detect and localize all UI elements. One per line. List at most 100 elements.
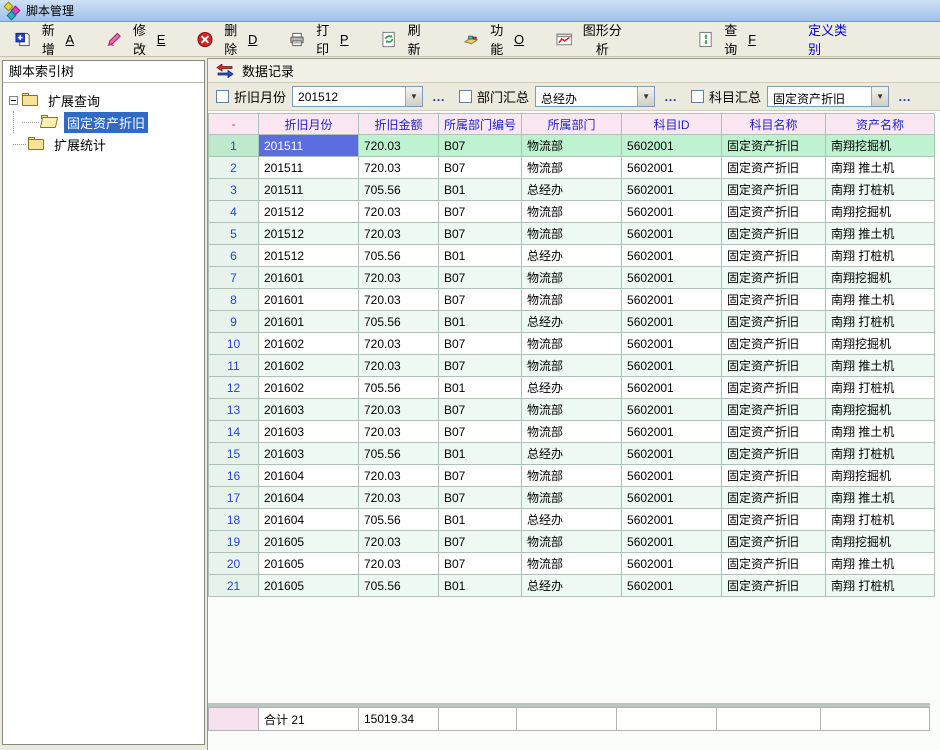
- depreciation-month-more-button[interactable]: …: [429, 89, 449, 104]
- table-cell[interactable]: 720.03: [359, 553, 439, 575]
- row-number[interactable]: 17: [209, 487, 259, 509]
- row-number[interactable]: 2: [209, 157, 259, 179]
- table-cell[interactable]: 南翔挖掘机: [826, 135, 935, 157]
- department-summary-more-button[interactable]: …: [661, 89, 681, 104]
- table-cell[interactable]: 固定资产折旧: [722, 487, 826, 509]
- table-cell[interactable]: 201603: [259, 443, 359, 465]
- table-cell[interactable]: 5602001: [622, 245, 722, 267]
- table-cell[interactable]: 705.56: [359, 377, 439, 399]
- table-cell[interactable]: 总经办: [522, 575, 622, 597]
- table-cell[interactable]: 720.03: [359, 223, 439, 245]
- column-header-month[interactable]: 折旧月份: [259, 114, 359, 135]
- table-cell[interactable]: 南翔挖掘机: [826, 201, 935, 223]
- table-cell[interactable]: 705.56: [359, 245, 439, 267]
- table-cell[interactable]: 总经办: [522, 377, 622, 399]
- table-cell[interactable]: 总经办: [522, 311, 622, 333]
- table-cell[interactable]: 物流部: [522, 289, 622, 311]
- table-cell[interactable]: 705.56: [359, 575, 439, 597]
- table-cell[interactable]: 201601: [259, 311, 359, 333]
- table-cell[interactable]: 201511: [259, 179, 359, 201]
- row-number[interactable]: 4: [209, 201, 259, 223]
- column-header-index[interactable]: -: [209, 114, 259, 135]
- column-header-asset-name[interactable]: 资产名称: [826, 114, 935, 135]
- table-cell[interactable]: 5602001: [622, 179, 722, 201]
- table-cell[interactable]: B07: [439, 531, 522, 553]
- row-number[interactable]: 9: [209, 311, 259, 333]
- table-cell[interactable]: 固定资产折旧: [722, 179, 826, 201]
- table-cell[interactable]: 固定资产折旧: [722, 333, 826, 355]
- chevron-down-icon[interactable]: ▼: [871, 87, 888, 106]
- table-cell[interactable]: 720.03: [359, 333, 439, 355]
- department-summary-checkbox[interactable]: [459, 90, 472, 103]
- function-button[interactable]: 功能O: [454, 16, 533, 62]
- table-cell[interactable]: B07: [439, 267, 522, 289]
- table-cell[interactable]: 5602001: [622, 553, 722, 575]
- depreciation-month-checkbox[interactable]: [216, 90, 229, 103]
- delete-button[interactable]: 删除D: [188, 16, 266, 62]
- query-button[interactable]: 查询F: [689, 16, 766, 62]
- table-cell[interactable]: B07: [439, 201, 522, 223]
- table-cell[interactable]: 201512: [259, 245, 359, 267]
- table-cell[interactable]: 南翔 推土机: [826, 157, 935, 179]
- table-cell[interactable]: 固定资产折旧: [722, 355, 826, 377]
- table-cell[interactable]: 固定资产折旧: [722, 157, 826, 179]
- table-cell[interactable]: B07: [439, 223, 522, 245]
- column-header-dept-code[interactable]: 所属部门编号: [439, 114, 522, 135]
- table-cell[interactable]: B07: [439, 487, 522, 509]
- collapse-icon[interactable]: [9, 96, 18, 105]
- table-cell[interactable]: 201605: [259, 575, 359, 597]
- row-number[interactable]: 21: [209, 575, 259, 597]
- table-cell[interactable]: 720.03: [359, 157, 439, 179]
- table-cell[interactable]: 201601: [259, 267, 359, 289]
- chevron-down-icon[interactable]: ▼: [405, 87, 422, 106]
- table-cell[interactable]: 总经办: [522, 443, 622, 465]
- subject-summary-more-button[interactable]: …: [895, 89, 915, 104]
- table-cell[interactable]: 5602001: [622, 201, 722, 223]
- table-cell[interactable]: 固定资产折旧: [722, 377, 826, 399]
- refresh-button[interactable]: 刷新: [372, 16, 441, 62]
- tree-item-label[interactable]: 扩展统计: [51, 134, 109, 155]
- column-header-amount[interactable]: 折旧金额: [359, 114, 439, 135]
- table-cell[interactable]: 5602001: [622, 443, 722, 465]
- table-cell[interactable]: 5602001: [622, 531, 722, 553]
- table-cell[interactable]: 5602001: [622, 377, 722, 399]
- row-number[interactable]: 6: [209, 245, 259, 267]
- table-cell[interactable]: 南翔挖掘机: [826, 267, 935, 289]
- table-cell[interactable]: 物流部: [522, 157, 622, 179]
- tree-item-fixed-asset-depreciation[interactable]: 固定资产折旧: [5, 111, 202, 133]
- table-cell[interactable]: 固定资产折旧: [722, 135, 826, 157]
- table-cell[interactable]: 705.56: [359, 311, 439, 333]
- table-cell[interactable]: 201603: [259, 421, 359, 443]
- table-cell[interactable]: 物流部: [522, 201, 622, 223]
- table-cell[interactable]: 固定资产折旧: [722, 443, 826, 465]
- table-cell[interactable]: 固定资产折旧: [722, 289, 826, 311]
- table-cell[interactable]: 705.56: [359, 509, 439, 531]
- table-cell[interactable]: 南翔 打桩机: [826, 509, 935, 531]
- table-cell[interactable]: 物流部: [522, 135, 622, 157]
- table-cell[interactable]: 南翔挖掘机: [826, 531, 935, 553]
- column-header-dept[interactable]: 所属部门: [522, 114, 622, 135]
- row-number[interactable]: 5: [209, 223, 259, 245]
- table-cell[interactable]: 物流部: [522, 553, 622, 575]
- table-cell[interactable]: 5602001: [622, 157, 722, 179]
- table-cell[interactable]: 201512: [259, 223, 359, 245]
- table-cell[interactable]: 720.03: [359, 421, 439, 443]
- table-cell[interactable]: 固定资产折旧: [722, 311, 826, 333]
- table-cell[interactable]: 5602001: [622, 487, 722, 509]
- table-cell[interactable]: B01: [439, 509, 522, 531]
- table-cell[interactable]: 物流部: [522, 223, 622, 245]
- table-cell[interactable]: B01: [439, 311, 522, 333]
- table-cell[interactable]: 201601: [259, 289, 359, 311]
- table-cell[interactable]: 南翔 打桩机: [826, 311, 935, 333]
- table-cell[interactable]: 5602001: [622, 421, 722, 443]
- table-cell[interactable]: 南翔 打桩机: [826, 575, 935, 597]
- row-number[interactable]: 12: [209, 377, 259, 399]
- row-number[interactable]: 19: [209, 531, 259, 553]
- table-cell[interactable]: 201512: [259, 201, 359, 223]
- table-cell[interactable]: B01: [439, 575, 522, 597]
- table-cell[interactable]: B07: [439, 333, 522, 355]
- table-cell[interactable]: 南翔 打桩机: [826, 443, 935, 465]
- row-number[interactable]: 14: [209, 421, 259, 443]
- table-cell[interactable]: 固定资产折旧: [722, 245, 826, 267]
- table-cell[interactable]: 5602001: [622, 135, 722, 157]
